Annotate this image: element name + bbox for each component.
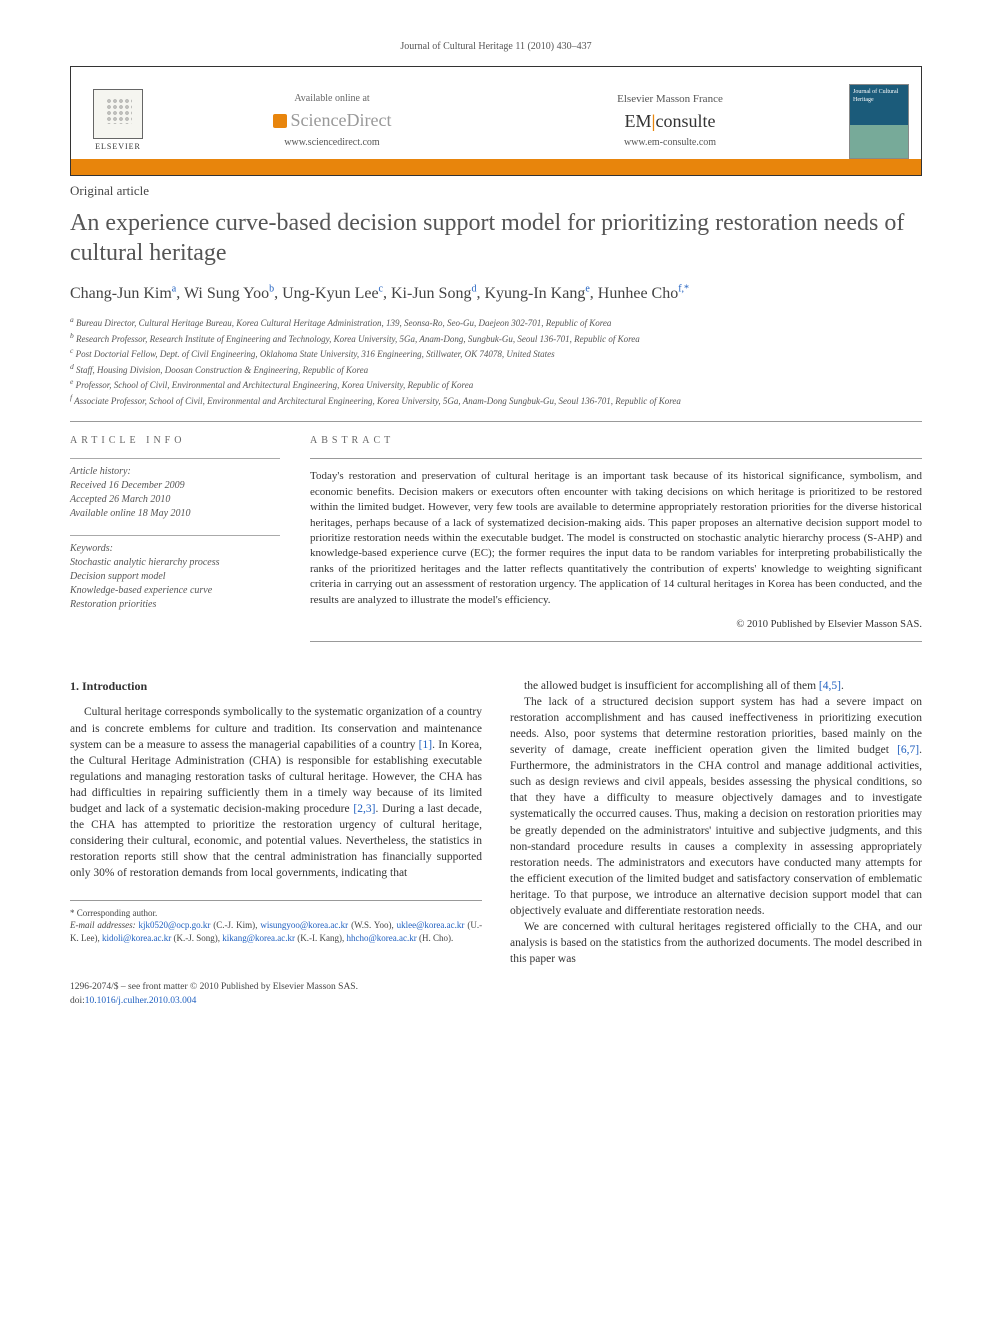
online-date: Available online 18 May 2010: [70, 507, 280, 521]
sd-available-label: Available online at: [173, 92, 491, 106]
keyword: Stochastic analytic hierarchy process: [70, 556, 280, 570]
email-who: (K.-I. Kang): [297, 933, 342, 943]
abstract-divider: [310, 458, 922, 459]
author: Chang-Jun Kima: [70, 285, 176, 302]
keyword: Restoration priorities: [70, 598, 280, 612]
email-who: (W.S. Yoo): [351, 920, 391, 930]
citation-link[interactable]: [2,3]: [353, 803, 375, 815]
email-link[interactable]: kjk0520@ocp.go.kr: [139, 920, 211, 930]
doi-label: doi:: [70, 996, 85, 1006]
email-who: (K.-J. Song): [174, 933, 218, 943]
citation-link[interactable]: [1]: [419, 739, 432, 751]
cover-title: Journal of Cultural Heritage: [853, 89, 898, 103]
citation-link[interactable]: [6,7]: [897, 744, 919, 756]
body-paragraph: The lack of a structured decision suppor…: [510, 694, 922, 919]
em-title: Elsevier Masson France: [511, 92, 829, 107]
author-affil-sup[interactable]: b: [269, 283, 274, 294]
email-label: E-mail addresses:: [70, 920, 136, 930]
keywords-label: Keywords:: [70, 542, 280, 556]
section-heading: 1. Introduction: [70, 678, 482, 695]
author: Wi Sung Yoob: [184, 285, 274, 302]
sciencedirect-logo: ScienceDirect: [173, 108, 491, 133]
doi-link[interactable]: 10.1016/j.culher.2010.03.004: [85, 996, 197, 1006]
author: Kyung-In Kange: [484, 285, 589, 302]
sd-bullet-icon: [273, 114, 287, 128]
author: Hunhee Chof,*: [598, 285, 689, 302]
author-affil-sup[interactable]: a: [172, 283, 176, 294]
journal-cover-thumb: Journal of Cultural Heritage: [849, 84, 909, 159]
em-name-b: consulte: [655, 111, 715, 131]
abstract-copyright: © 2010 Published by Elsevier Masson SAS.: [310, 618, 922, 633]
body-column-left: 1. Introduction Cultural heritage corres…: [70, 678, 482, 968]
abstract-text: Today's restoration and preservation of …: [310, 469, 922, 608]
email-who: (C.-J. Kim): [213, 920, 255, 930]
abstract-bottom-divider: [310, 641, 922, 642]
author-affil-sup[interactable]: d: [471, 283, 476, 294]
footer-meta: 1296-2074/$ – see front matter © 2010 Pu…: [70, 981, 922, 1008]
affiliation-line: a Bureau Director, Cultural Heritage Bur…: [70, 315, 922, 330]
body-column-right: the allowed budget is insufficient for a…: [510, 678, 922, 968]
email-addresses: E-mail addresses: kjk0520@ocp.go.kr (C.-…: [70, 919, 482, 944]
article-info-label: ARTICLE INFO: [70, 434, 280, 448]
keyword: Decision support model: [70, 570, 280, 584]
em-name-a: EM: [625, 111, 652, 131]
author-affil-sup[interactable]: e: [585, 283, 589, 294]
abstract-label: ABSTRACT: [310, 434, 922, 448]
sciencedirect-block: Available online at ScienceDirect www.sc…: [173, 92, 491, 149]
em-logo: EM|consulte: [511, 109, 829, 134]
article-title: An experience curve-based decision suppo…: [70, 208, 922, 268]
affiliation-line: d Staff, Housing Division, Doosan Constr…: [70, 362, 922, 377]
keywords-block: Keywords: Stochastic analytic hierarchy …: [70, 535, 280, 612]
article-type: Original article: [70, 182, 922, 200]
elsevier-logo: ELSEVIER: [83, 86, 153, 156]
keyword: Knowledge-based experience curve: [70, 584, 280, 598]
author: Ung-Kyun Leec: [282, 285, 383, 302]
elsevier-label: ELSEVIER: [95, 141, 141, 152]
email-link[interactable]: kidoli@korea.ac.kr: [102, 933, 171, 943]
corresponding-author-note: * Corresponding author.: [70, 907, 482, 920]
article-history: Article history: Received 16 December 20…: [70, 458, 280, 521]
email-link[interactable]: wisungyoo@korea.ac.kr: [260, 920, 348, 930]
em-url[interactable]: www.em-consulte.com: [511, 136, 829, 150]
divider: [70, 421, 922, 422]
email-link[interactable]: hhcho@korea.ac.kr: [347, 933, 417, 943]
affiliation-line: c Post Doctorial Fellow, Dept. of Civil …: [70, 346, 922, 361]
history-label: Article history:: [70, 465, 280, 479]
footnotes: * Corresponding author. E-mail addresses…: [70, 900, 482, 945]
authors-list: Chang-Jun Kima, Wi Sung Yoob, Ung-Kyun L…: [70, 282, 922, 305]
affiliation-line: b Research Professor, Research Institute…: [70, 331, 922, 346]
article-info-column: ARTICLE INFO Article history: Received 1…: [70, 434, 280, 653]
body-paragraph: Cultural heritage corresponds symbolical…: [70, 704, 482, 881]
issn-line: 1296-2074/$ – see front matter © 2010 Pu…: [70, 981, 922, 994]
body-paragraph: We are concerned with cultural heritages…: [510, 919, 922, 967]
journal-citation: Journal of Cultural Heritage 11 (2010) 4…: [70, 40, 922, 54]
abstract-column: ABSTRACT Today's restoration and preserv…: [310, 434, 922, 653]
publisher-banner: ELSEVIER Available online at ScienceDire…: [70, 66, 922, 176]
email-link[interactable]: uklee@korea.ac.kr: [397, 920, 465, 930]
author-affil-sup[interactable]: f,*: [678, 283, 689, 294]
email-link[interactable]: kikang@korea.ac.kr: [222, 933, 295, 943]
email-who: (H. Cho): [419, 933, 451, 943]
sd-url[interactable]: www.sciencedirect.com: [173, 136, 491, 150]
em-consulte-block: Elsevier Masson France EM|consulte www.e…: [511, 92, 829, 151]
body-text: 1. Introduction Cultural heritage corres…: [70, 678, 922, 968]
sd-name: ScienceDirect: [291, 108, 392, 133]
affiliation-line: f Associate Professor, School of Civil, …: [70, 393, 922, 408]
author: Ki-Jun Songd: [391, 285, 476, 302]
received-date: Received 16 December 2009: [70, 479, 280, 493]
affiliations: a Bureau Director, Cultural Heritage Bur…: [70, 315, 922, 408]
body-paragraph: the allowed budget is insufficient for a…: [510, 678, 922, 694]
elsevier-tree-icon: [93, 89, 143, 139]
citation-link[interactable]: [4,5]: [819, 680, 841, 692]
accepted-date: Accepted 26 March 2010: [70, 493, 280, 507]
author-affil-sup[interactable]: c: [379, 283, 383, 294]
affiliation-line: e Professor, School of Civil, Environmen…: [70, 377, 922, 392]
